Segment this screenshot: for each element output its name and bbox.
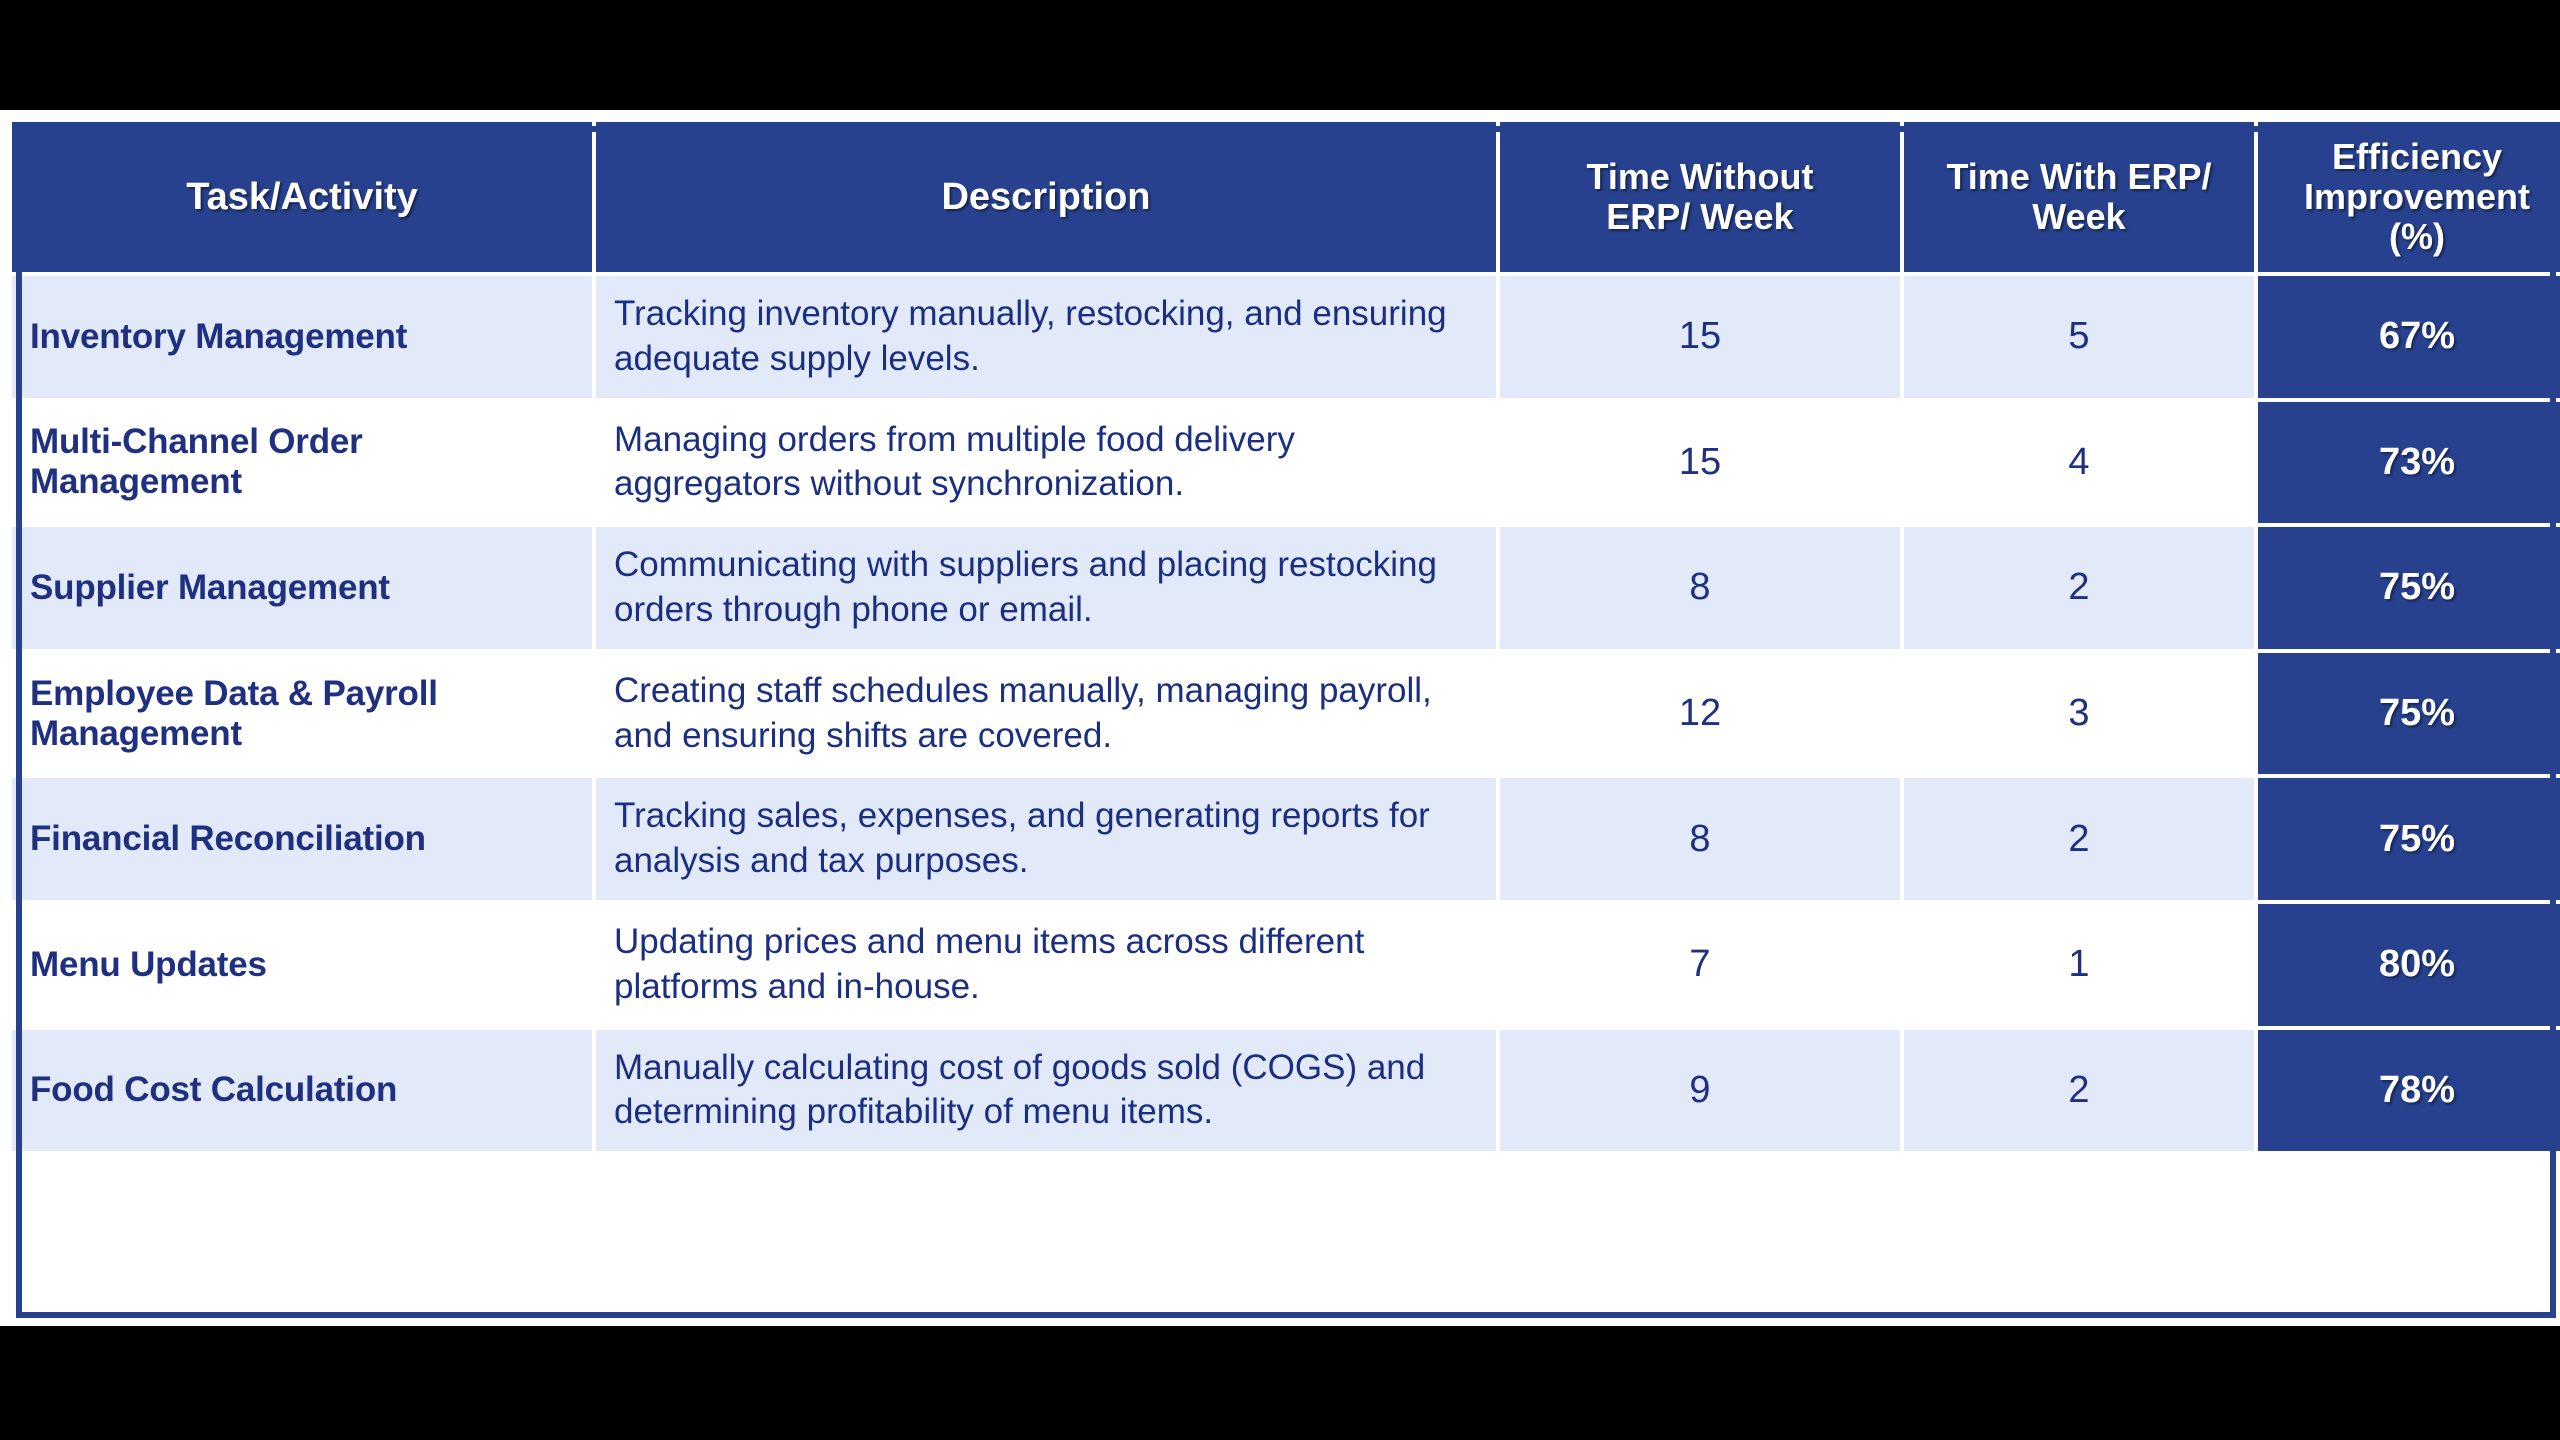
cell-task: Employee Data & Payroll Management [12, 652, 592, 775]
cell-time-with-erp: 2 [1904, 527, 2254, 649]
cell-description: Manually calculating cost of goods sold … [596, 1029, 1496, 1152]
cell-description: Updating prices and menu items across di… [596, 903, 1496, 1026]
column-header-task-label: Task/Activity [186, 175, 418, 218]
cell-efficiency-improvement: 73% [2258, 401, 2560, 524]
slide-screen: Task/Activity Description Time Without E… [0, 0, 2560, 1440]
cell-description: Communicating with suppliers and placing… [596, 527, 1496, 649]
cell-time-without-erp: 8 [1500, 527, 1900, 649]
cell-efficiency-improvement: 75% [2258, 527, 2560, 649]
cell-task: Food Cost Calculation [12, 1029, 592, 1152]
cell-time-with-erp: 4 [1904, 401, 2254, 524]
table-row: Menu Updates Updating prices and menu ite… [12, 903, 2560, 1026]
cell-time-with-erp: 3 [1904, 652, 2254, 775]
table-row: Financial Reconciliation Tracking sales, … [12, 778, 2560, 900]
cell-time-without-erp: 15 [1500, 401, 1900, 524]
cell-time-with-erp: 5 [1904, 276, 2254, 398]
cell-time-without-erp: 15 [1500, 276, 1900, 398]
column-header-time-without-erp-line2: ERP/ Week [1606, 196, 1794, 237]
erp-comparison-table-wrapper: Task/Activity Description Time Without E… [8, 118, 2560, 1318]
table-row: Employee Data & Payroll Management Creati… [12, 652, 2560, 775]
cell-time-with-erp: 1 [1904, 903, 2254, 1026]
column-header-efficiency-line3: (%) [2389, 216, 2445, 258]
table-header-row: Task/Activity Description Time Without E… [12, 122, 2560, 272]
erp-comparison-table: Task/Activity Description Time Without E… [8, 118, 2560, 1155]
cell-task: Financial Reconciliation [12, 778, 592, 900]
column-header-time-without-erp-line1: Time Without [1586, 155, 1814, 197]
column-header-time-with-erp: Time With ERP/ Week [1904, 122, 2254, 272]
column-header-time-with-erp-line1: Time With ERP/ [1946, 155, 2212, 197]
cell-time-without-erp: 9 [1500, 1029, 1900, 1152]
table-row: Inventory Management Tracking inventory m… [12, 276, 2560, 398]
cell-task: Multi-Channel Order Management [12, 401, 592, 524]
column-header-efficiency-improvement: Efficiency Improvement (%) [2258, 122, 2560, 272]
letterbox-bottom [0, 1326, 2560, 1440]
column-header-task: Task/Activity [12, 122, 592, 272]
column-header-efficiency-line2: Improvement [2303, 175, 2531, 217]
column-header-description: Description [596, 122, 1496, 272]
cell-description: Tracking inventory manually, restocking,… [596, 276, 1496, 398]
table-row: Supplier Management Communicating with su… [12, 527, 2560, 649]
column-header-time-with-erp-line2: Week [2032, 196, 2126, 237]
cell-efficiency-improvement: 67% [2258, 276, 2560, 398]
cell-efficiency-improvement: 80% [2258, 903, 2560, 1026]
cell-efficiency-improvement: 75% [2258, 778, 2560, 900]
cell-efficiency-improvement: 78% [2258, 1029, 2560, 1152]
table-row: Food Cost Calculation Manually calculatin… [12, 1029, 2560, 1152]
table-header: Task/Activity Description Time Without E… [12, 122, 2560, 272]
table-row: Multi-Channel Order Management Managing o… [12, 401, 2560, 524]
slide-canvas: Task/Activity Description Time Without E… [0, 110, 2560, 1326]
column-header-efficiency-line1: Efficiency [2331, 135, 2503, 177]
cell-task: Menu Updates [12, 903, 592, 1026]
cell-description: Tracking sales, expenses, and generating… [596, 778, 1496, 900]
cell-time-with-erp: 2 [1904, 778, 2254, 900]
cell-time-without-erp: 7 [1500, 903, 1900, 1026]
cell-efficiency-improvement: 75% [2258, 652, 2560, 775]
cell-time-without-erp: 12 [1500, 652, 1900, 775]
table-body: Inventory Management Tracking inventory m… [12, 276, 2560, 1152]
cell-time-without-erp: 8 [1500, 778, 1900, 900]
cell-task: Inventory Management [12, 276, 592, 398]
cell-time-with-erp: 2 [1904, 1029, 2254, 1152]
cell-description: Creating staff schedules manually, manag… [596, 652, 1496, 775]
letterbox-top [0, 0, 2560, 110]
column-header-time-without-erp: Time Without ERP/ Week [1500, 122, 1900, 272]
column-header-description-label: Description [941, 175, 1151, 218]
cell-description: Managing orders from multiple food deliv… [596, 401, 1496, 524]
cell-task: Supplier Management [12, 527, 592, 649]
